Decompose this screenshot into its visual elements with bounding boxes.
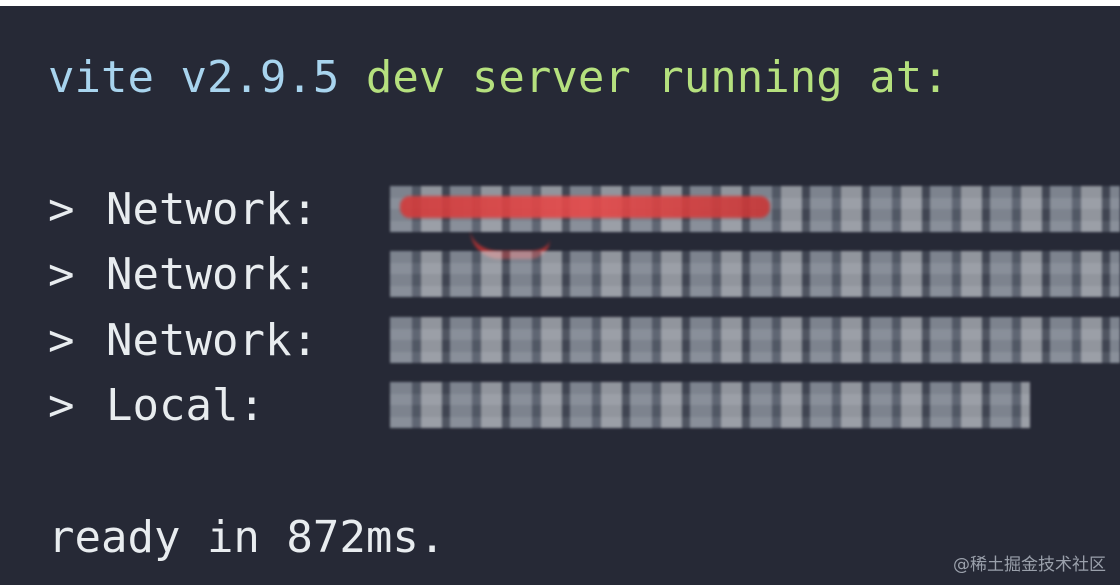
network-label: Network:: [106, 184, 318, 235]
prompt-chevron: >: [48, 380, 75, 431]
prompt-chevron: >: [48, 315, 75, 366]
terminal-window: vite v2.9.5 dev server running at: > Net…: [0, 6, 1120, 585]
redacted-address: [390, 317, 1120, 363]
network-label: Network:: [106, 249, 318, 300]
vite-version-text: vite v2.9.5: [48, 52, 340, 103]
network-label: Network:: [106, 315, 318, 366]
network-row: > Network:: [48, 315, 318, 366]
local-row: > Local:: [48, 380, 265, 431]
prompt-chevron: >: [48, 249, 75, 300]
redacted-address: [390, 382, 1030, 428]
redacted-address: [390, 251, 1120, 297]
ready-message: ready in 872ms.: [48, 512, 446, 563]
dev-server-text: dev server running at:: [339, 52, 949, 103]
red-scribble-mark: [400, 196, 770, 218]
prompt-chevron: >: [48, 184, 75, 235]
network-row: > Network:: [48, 184, 318, 235]
server-banner: vite v2.9.5 dev server running at:: [48, 56, 949, 100]
watermark-text: @稀土掘金技术社区: [953, 555, 1106, 575]
network-row: > Network:: [48, 249, 318, 300]
local-label: Local:: [106, 380, 265, 431]
